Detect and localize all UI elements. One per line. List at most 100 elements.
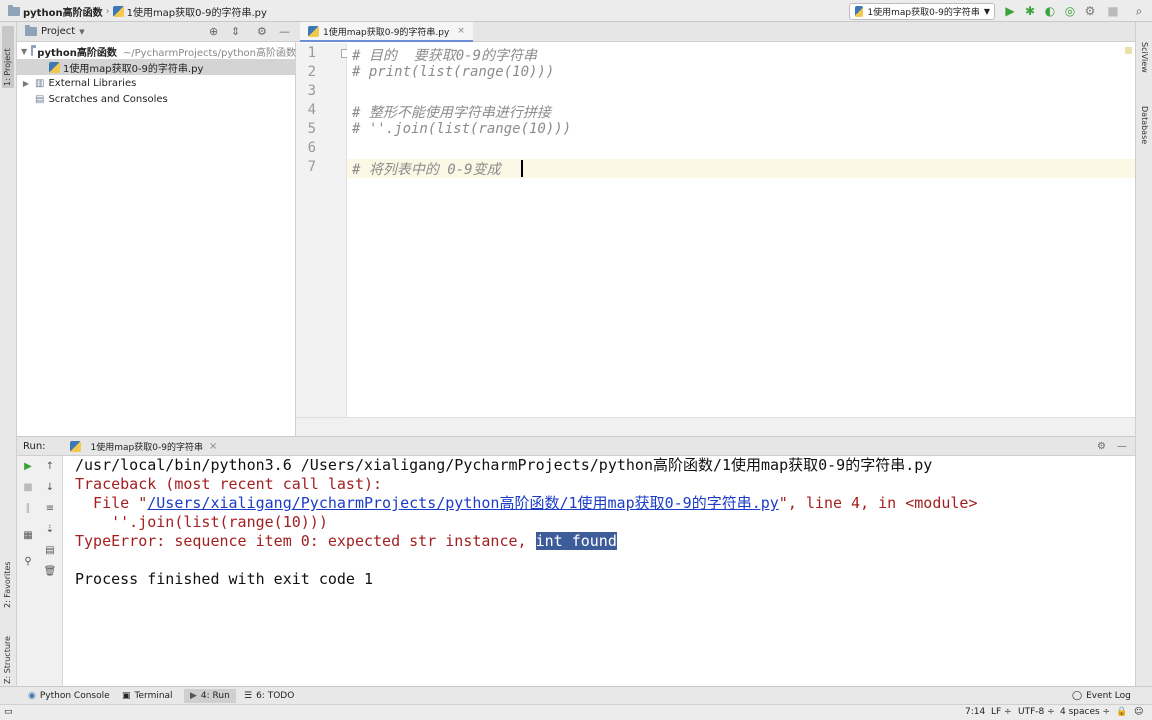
breadcrumb-file[interactable]: 1使用map获取0-9的字符串.py [127,4,267,19]
editor-tab-label: 1使用map获取0-9的字符串.py [323,27,450,38]
minimize-icon[interactable]: — [279,25,290,38]
console-error-selection: int found [535,532,617,550]
gear-icon[interactable]: ⚙ [1097,441,1106,452]
tree-label: 1使用map获取0-9的字符串.py [63,63,204,75]
event-log-tab[interactable]: ◯ Event Log [1066,689,1137,703]
python-file-icon [49,61,60,73]
database-tool-tab[interactable]: Database [1140,106,1149,144]
run-tab-label[interactable]: 1使用map获取0-9的字符串 [91,440,203,453]
tree-item-scratches[interactable]: ▤ Scratches and Consoles [17,91,296,107]
structure-tool-tab[interactable]: Z: Structure [3,636,12,684]
code-line: # 目的 要获取0-9的字符串 [352,48,538,64]
run-panel-header: Run: 1使用map获取0-9的字符串 × ⚙ — [17,436,1135,456]
tree-label: Scratches and Consoles [48,93,168,105]
tab-label: Event Log [1086,691,1131,701]
project-panel: Project ▼ ⊕ ⇕ ⚙ — ▼ python高阶函数 ~/Pycharm… [17,22,296,436]
sciview-tool-tab[interactable]: SciView [1140,42,1149,73]
chevron-down-icon: ▼ [983,7,990,16]
close-icon[interactable]: × [209,441,217,452]
console-error-line: TypeError: sequence item 0: expected str… [75,532,617,551]
tree-path: ~/PycharmProjects/python高阶函数 [122,47,296,59]
tree-item-project-root[interactable]: ▼ python高阶函数 ~/PycharmProjects/python高阶函… [17,43,296,59]
scroll-to-end-icon[interactable]: ⇣ [39,524,61,535]
close-icon[interactable]: × [457,26,465,36]
console-error-prefix: TypeError: sequence item 0: expected str… [75,532,536,550]
soft-wrap-icon[interactable]: ≡ [39,503,61,514]
code-line: # 将列表中的 0-9变成 [352,162,501,178]
search-icon[interactable]: ⌕ [1132,4,1146,18]
code-line: # print(list(range(10))) [352,64,555,80]
print-icon[interactable]: ▤ [39,545,61,556]
python-console-icon: ◉ [28,691,36,701]
collapse-icon[interactable]: ⇕ [231,25,240,38]
arrow-down-icon[interactable]: ↓ [39,482,61,493]
project-panel-title[interactable]: Project [41,26,75,37]
locate-icon[interactable]: ⊕ [209,25,218,38]
tree-item-file[interactable]: 1使用map获取0-9的字符串.py [17,59,296,75]
line-number: 7 [307,159,316,175]
file-encoding[interactable]: UTF-8 ÷ [1018,707,1055,717]
console-file-suffix: ", line 4, in <module> [778,494,978,512]
code-editor[interactable]: # 目的 要获取0-9的字符串 # print(list(range(10)))… [347,43,1135,417]
caret-position[interactable]: 7:14 [965,707,985,717]
lock-icon[interactable]: 🔒 [1116,707,1127,717]
run-tab[interactable]: ▶ 4: Run [184,689,236,703]
console-file-link[interactable]: /Users/xialigang/PycharmProjects/python高… [147,494,779,512]
stop-icon[interactable]: ■ [1106,4,1120,18]
tab-label: 4: Run [200,691,230,701]
console-exit-line: Process finished with exit code 1 [75,570,374,588]
gear-icon[interactable]: ⚙ [257,25,267,38]
pause-icon[interactable]: ∥ [17,503,39,514]
chevron-down-icon[interactable]: ▼ [79,28,84,36]
line-number: 6 [307,140,316,156]
profile-icon[interactable]: ◎ [1063,4,1077,18]
chevron-right-icon[interactable]: ▶ [21,79,31,88]
minimize-icon[interactable]: — [1117,441,1127,452]
trash-icon[interactable]: 🗑 [39,566,61,577]
run-configuration-select[interactable]: 1使用map获取0-9的字符串 ▼ [849,3,995,20]
console-traceback: Traceback (most recent call last): [75,475,383,493]
line-number: 1 [307,45,316,61]
terminal-icon: ▣ [122,691,131,701]
line-separator[interactable]: LF ÷ [991,707,1012,717]
todo-tab[interactable]: ☰ 6: TODO [238,689,300,703]
folder-icon [25,25,37,36]
debug-icon[interactable]: ✱ [1023,4,1037,18]
code-line: # 整形不能使用字符串进行拼接 [352,105,551,121]
python-file-icon [855,6,864,17]
chevron-right-icon: › [105,6,110,17]
run-icon: ▶ [190,691,197,701]
python-file-icon [69,440,81,452]
stop-icon[interactable]: ■ [17,482,39,493]
console-file-line: File "/Users/xialigang/PycharmProjects/p… [75,494,977,513]
console-file-prefix: File " [75,494,148,512]
breadcrumb-project[interactable]: python高阶函数 [23,4,103,19]
console-code-line: ''.join(list(range(10))) [75,513,328,531]
terminal-tab[interactable]: ▣ Terminal [116,689,179,703]
arrow-up-icon[interactable]: ↑ [39,461,61,472]
inspection-marker[interactable] [1125,47,1132,54]
event-log-icon: ◯ [1072,691,1083,701]
layout-toggle-icon[interactable]: ▭ [4,707,13,717]
code-line: # ''.join(list(range(10))) [352,121,572,137]
run-icon[interactable]: ▶ [1003,4,1017,18]
todo-icon: ☰ [244,691,253,701]
tree-label: python高阶函数 [37,47,117,59]
coverage-icon[interactable]: ◐ [1043,4,1057,18]
folder-icon [31,44,37,56]
concurrency-icon[interactable]: ⚙ [1083,4,1097,18]
tab-label: Python Console [39,691,110,701]
favorites-tool-tab[interactable]: 2: Favorites [3,562,12,608]
pin-icon[interactable]: ⚲ [17,556,39,567]
rerun-icon[interactable]: ▶ [17,461,39,472]
editor-tab[interactable]: 1使用map获取0-9的字符串.py × [300,22,473,42]
chevron-down-icon[interactable]: ▼ [21,47,27,56]
tree-item-external-libraries[interactable]: ▶ ▥ External Libraries [17,75,296,91]
project-tool-tab[interactable]: 1: Project [3,48,12,86]
inspector-icon[interactable]: ☺ [1134,707,1143,717]
layout-icon[interactable]: ▦ [17,530,39,541]
run-console[interactable]: /usr/local/bin/python3.6 /Users/xialigan… [63,456,1135,686]
python-console-tab[interactable]: ◉ Python Console [22,689,116,703]
indent-setting[interactable]: 4 spaces ÷ [1060,707,1110,717]
line-number: 2 [307,64,316,80]
